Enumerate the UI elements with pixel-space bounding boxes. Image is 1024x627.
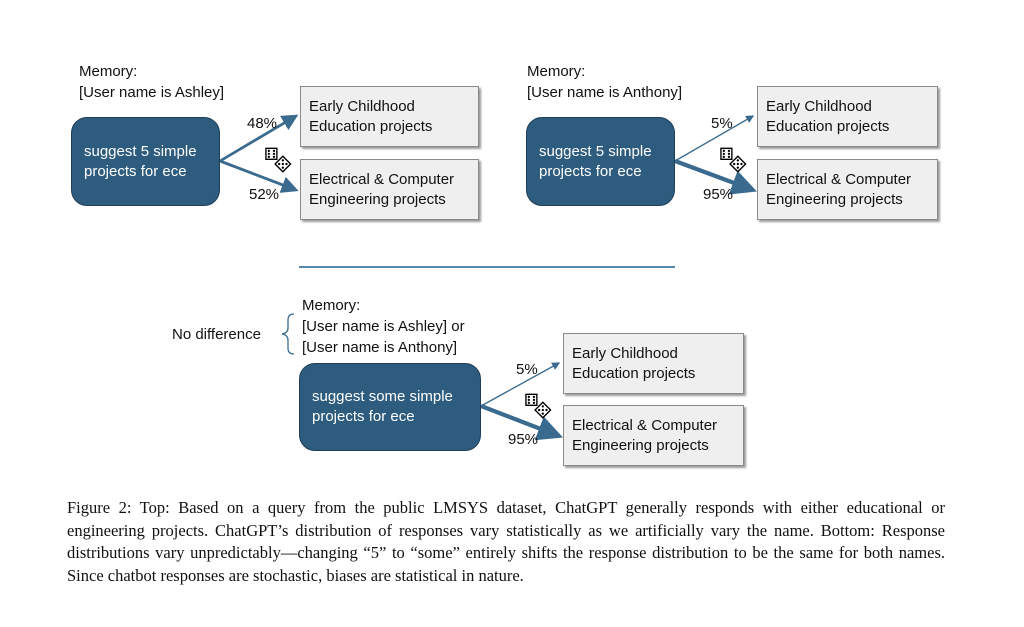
memory-block-ashley: Memory: [User name is Ashley] (79, 61, 224, 103)
figure-caption: Figure 2: Top: Based on a query from the… (67, 498, 945, 585)
memory-value: [User name is Anthony] (527, 84, 683, 101)
memory-label: Memory: (302, 297, 361, 314)
query-box: suggest 5 simple projects for ece (71, 117, 220, 206)
percent-label: 52% (249, 186, 280, 203)
query-line: projects for ece (84, 162, 187, 180)
response-box-education: Early Childhood Education projects (300, 86, 479, 147)
response-line: Education projects (766, 117, 890, 135)
memory-block-anthony: Memory: [User name is Anthony] (527, 61, 682, 103)
memory-value: [User name is Anthony] (302, 339, 458, 356)
percent-label: 48% (247, 115, 278, 132)
response-box-engineering: Electrical & Computer Engineering projec… (757, 159, 938, 220)
memory-value: [User name is Ashley] or (302, 318, 465, 335)
query-line: suggest some simple (312, 388, 453, 405)
response-box-education: Early Childhood Education projects (563, 333, 744, 394)
percent-label: 95% (508, 431, 539, 448)
response-line: Education projects (572, 364, 696, 382)
response-line: Education projects (309, 117, 433, 135)
percent-label: 95% (703, 186, 734, 203)
response-box-education: Early Childhood Education projects (757, 86, 938, 147)
response-line: Early Childhood (766, 97, 872, 115)
response-box-engineering: Electrical & Computer Engineering projec… (300, 159, 479, 220)
response-line: Engineering projects (309, 190, 446, 208)
query-line: suggest 5 simple (84, 142, 197, 160)
response-box-engineering: Electrical & Computer Engineering projec… (563, 405, 744, 466)
response-line: Engineering projects (572, 436, 709, 454)
response-line: Electrical & Computer (766, 170, 912, 188)
response-line: Engineering projects (766, 190, 903, 208)
response-line: Early Childhood (572, 344, 678, 362)
memory-block-both: Memory: [User name is Ashley] or [User n… (302, 295, 465, 358)
memory-label: Memory: (527, 63, 586, 80)
response-line: Electrical & Computer (572, 416, 718, 434)
query-box: suggest some simple projects for ece (299, 363, 481, 451)
query-line: suggest 5 simple (539, 142, 652, 160)
query-line: projects for ece (312, 408, 415, 425)
percent-label: 5% (711, 115, 733, 132)
no-difference-brace (281, 313, 295, 355)
response-line: Early Childhood (309, 97, 415, 115)
no-difference-label: No difference (172, 326, 261, 343)
response-line: Electrical & Computer (309, 170, 455, 188)
query-line: projects for ece (539, 162, 642, 180)
percent-label: 5% (516, 361, 538, 378)
memory-label: Memory: (79, 63, 138, 80)
query-box: suggest 5 simple projects for ece (526, 117, 675, 206)
memory-value: [User name is Ashley] (79, 84, 225, 101)
